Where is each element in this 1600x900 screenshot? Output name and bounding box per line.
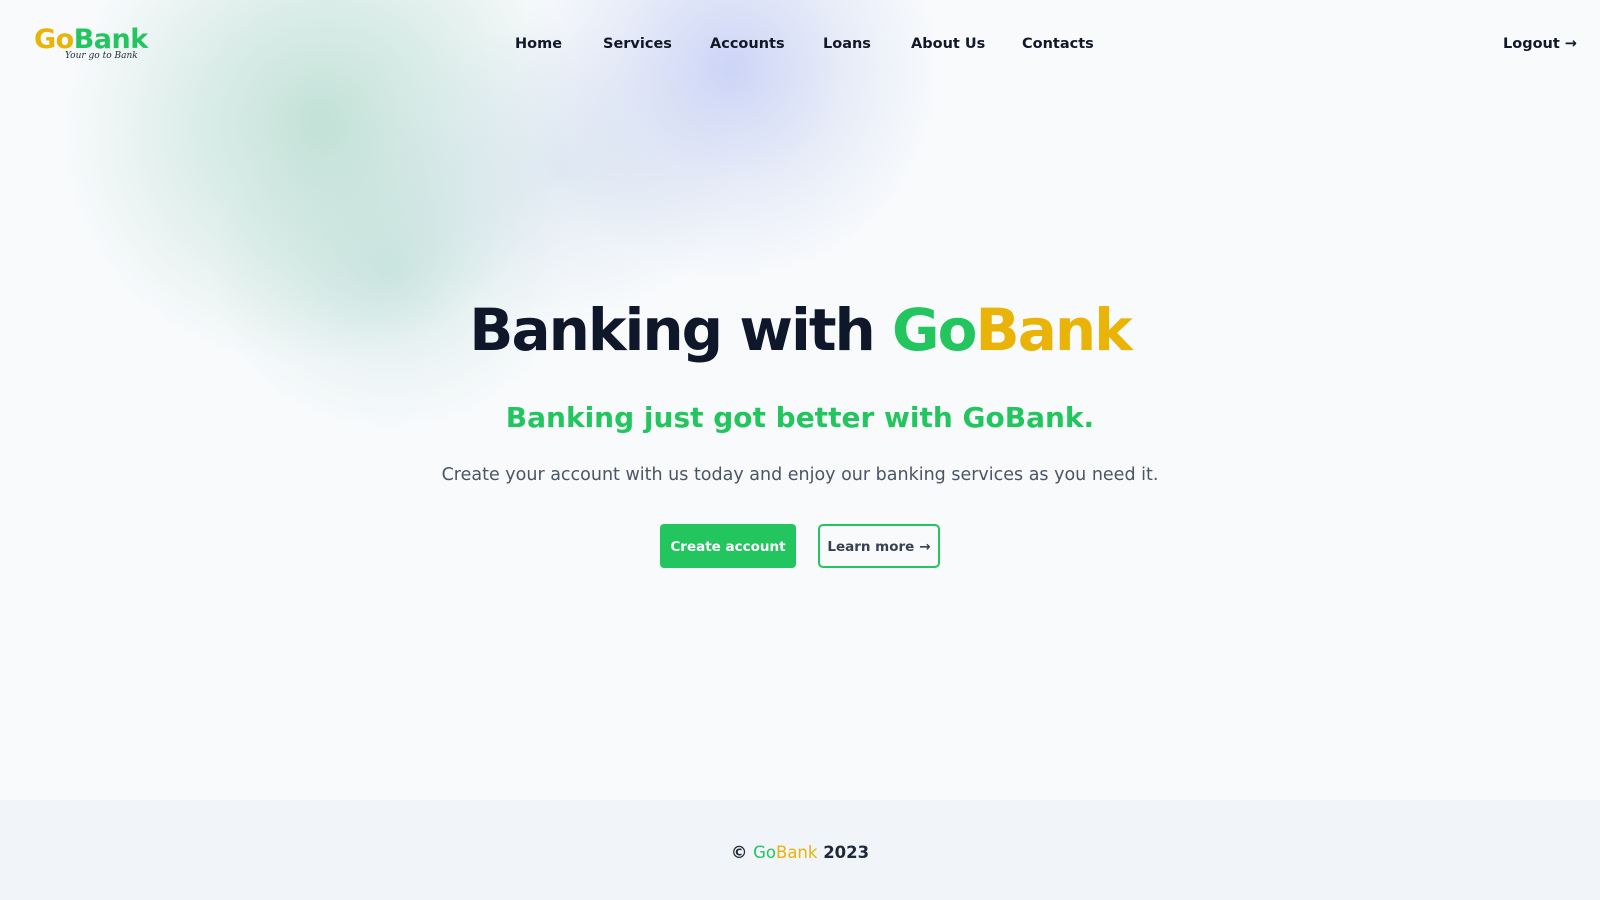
site-header: GoBank Your go to Bank Home Services Acc… — [0, 0, 1600, 90]
hero-title-bank: Bank — [975, 296, 1133, 364]
footer-year: 2023 — [823, 843, 870, 862]
arrow-right-icon: → — [919, 539, 931, 555]
footer-copyright: © GoBank 2023 — [0, 842, 1600, 864]
hero-description: Create your account with us today and en… — [441, 465, 1159, 485]
nav-item-accounts[interactable]: Accounts — [710, 34, 785, 54]
footer-brand-bank: Bank — [776, 843, 818, 862]
nav-item-contacts[interactable]: Contacts — [1022, 34, 1094, 54]
logo-tagline: Your go to Bank — [65, 51, 138, 61]
footer-brand-go: Go — [753, 843, 776, 862]
page: GoBank Your go to Bank Home Services Acc… — [0, 0, 1600, 900]
logout-label: Logout — [1503, 36, 1560, 52]
logout-button[interactable]: Logout → — [1503, 34, 1577, 54]
nav-item-about-us[interactable]: About Us — [911, 34, 985, 54]
hero-title-prefix: Banking with — [469, 296, 876, 364]
copyright-icon: © — [730, 843, 748, 862]
hero-title-go: Go — [892, 296, 977, 364]
hero-actions: Create account Learn more → — [0, 524, 1600, 568]
hero-section: Banking with GoBank Banking just got bet… — [0, 290, 1600, 568]
nav-item-services[interactable]: Services — [603, 34, 672, 54]
hero-title: Banking with GoBank — [0, 290, 1600, 370]
hero-subtitle: Banking just got better with GoBank. — [505, 401, 1095, 434]
learn-more-label: Learn more — [827, 539, 915, 555]
nav-item-home[interactable]: Home — [515, 34, 562, 54]
logo[interactable]: GoBank Your go to Bank — [34, 24, 154, 68]
nav-item-loans[interactable]: Loans — [823, 34, 871, 54]
learn-more-button[interactable]: Learn more → — [818, 524, 940, 568]
create-account-button[interactable]: Create account — [660, 524, 796, 568]
arrow-right-icon: → — [1564, 36, 1577, 52]
site-footer: © GoBank 2023 — [0, 800, 1600, 900]
